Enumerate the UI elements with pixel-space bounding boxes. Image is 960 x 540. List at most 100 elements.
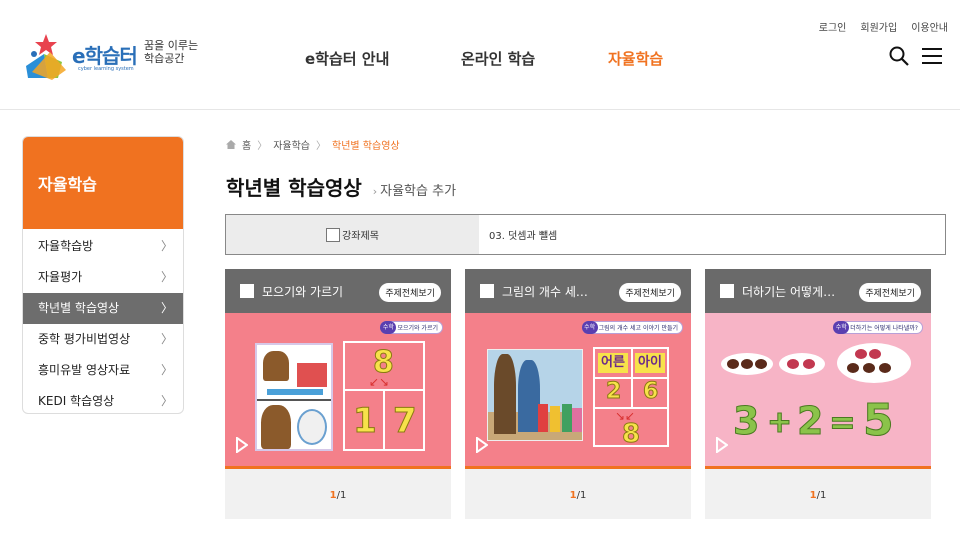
sidebar-menu: 자율학습방 〉 자율평가 〉 학년별 학습영상 〉 중학 평가비법영상 〉 흥미…: [23, 231, 183, 413]
card-pager: 1/1: [705, 490, 931, 501]
pager-total: /1: [816, 490, 827, 501]
equation-plus: +: [766, 405, 793, 441]
total-count: 8: [621, 419, 641, 450]
course-title-checkbox-cell[interactable]: 강좌제목: [226, 215, 479, 254]
play-icon: [716, 437, 728, 453]
chevron-right-icon: ›: [372, 185, 378, 198]
chevron-right-icon: 〉: [160, 394, 173, 408]
card-title[interactable]: 모으기와 가르기: [262, 283, 343, 300]
pager-total: /1: [336, 490, 347, 501]
cookie-plate-icon: [779, 353, 825, 375]
page-title: 학년별 학습영상 › 자율학습 추가: [226, 172, 456, 201]
arrow-down-left-icon: ↙↘: [369, 375, 390, 389]
breadcrumb-current: 학년별 학습영상: [332, 141, 400, 152]
logo-mark-icon: [26, 34, 66, 80]
chevron-right-icon: 〉: [257, 141, 268, 152]
play-icon: [476, 437, 488, 453]
course-title-label: 강좌제목: [342, 231, 379, 242]
signup-link[interactable]: 회원가입: [860, 19, 897, 34]
site-logo[interactable]: e학습터 cyber learning system 꿈을 이루는 학습공간: [22, 32, 202, 84]
equation-result: 5: [863, 395, 895, 447]
nav-item-about[interactable]: e학습터 안내: [305, 48, 389, 69]
page-title-text: 학년별 학습영상: [226, 176, 362, 200]
breadcrumb-home[interactable]: 홈: [242, 137, 251, 152]
chevron-right-icon: 〉: [160, 332, 173, 346]
select-all-checkbox[interactable]: [326, 227, 341, 242]
card-pager: 1/1: [465, 490, 691, 501]
chevron-right-icon: 〉: [160, 270, 173, 284]
view-all-topics-button[interactable]: 주제전체보기: [859, 283, 921, 302]
bond-number-left: 1: [353, 401, 378, 442]
pager-current: 1: [809, 490, 817, 501]
home-icon: [226, 140, 236, 149]
adult-count: 2: [605, 379, 622, 405]
sidebar-item-label: 자율평가: [38, 270, 83, 284]
guide-link[interactable]: 이용안내: [911, 19, 948, 34]
page-subtitle[interactable]: › 자율학습 추가: [373, 184, 456, 199]
nav-item-self-study[interactable]: 자율학습: [608, 48, 663, 69]
sidebar-item-self-evaluation[interactable]: 자율평가 〉: [23, 262, 183, 293]
card-header: 모으기와 가르기 주제전체보기: [225, 269, 451, 313]
bond-number-right: 7: [393, 401, 418, 442]
course-filter: 강좌제목 03. 덧셈과 뺄셈: [225, 214, 946, 255]
utility-menu: 로그인 회원가입 이용안내: [819, 19, 948, 34]
breadcrumb-self-study[interactable]: 자율학습: [273, 137, 310, 152]
video-card: 더하기는 어떻게… 주제전체보기 수학 더하기는 어떻게 나타낼까? 3 + 2 …: [705, 269, 931, 519]
video-thumbnail[interactable]: 수학 더하기는 어떻게 나타낼까? 3 + 2 = 5: [705, 313, 931, 469]
thumbnail-label-text: 그림의 개수 세고 이야기 만들기: [598, 325, 678, 332]
logo-slogan: 꿈을 이루는 학습공간: [144, 39, 199, 65]
card-checkbox[interactable]: [480, 284, 494, 298]
hamburger-menu-icon[interactable]: [922, 47, 942, 65]
thumbnail-label-text: 더하기는 어떻게 나타낼까?: [850, 325, 918, 332]
logo-subtext: cyber learning system: [78, 66, 134, 72]
site-header: e학습터 cyber learning system 꿈을 이루는 학습공간 로…: [0, 0, 960, 110]
cookie-plate-icon: [837, 343, 911, 383]
card-title[interactable]: 더하기는 어떻게…: [742, 283, 835, 300]
sidebar-item-kedi-videos[interactable]: KEDI 학습영상 〉: [23, 386, 183, 413]
card-title[interactable]: 그림의 개수 세…: [502, 283, 588, 300]
sidebar-item-self-study-room[interactable]: 자율학습방 〉: [23, 231, 183, 262]
pager-current: 1: [329, 490, 337, 501]
sidebar-item-label: 자율학습방: [38, 239, 94, 253]
card-checkbox[interactable]: [240, 284, 254, 298]
child-count: 6: [642, 379, 659, 405]
video-thumbnail[interactable]: 수학 모으기와 가르기 8 ↙↘ 1 7: [225, 313, 451, 469]
video-thumbnail[interactable]: 수학 그림의 개수 세고 이야기 만들기 어른 아이 2 6 ↘↙ 8: [465, 313, 691, 469]
breadcrumb: 홈 〉 자율학습 〉 학년별 학습영상: [226, 137, 400, 152]
subject-tag: 수학: [380, 321, 397, 334]
card-pager: 1/1: [225, 490, 451, 501]
thumbnail-label-text: 모으기와 가르기: [397, 325, 438, 332]
sidebar-item-label: 흥미유발 영상자료: [38, 363, 131, 377]
view-all-topics-button[interactable]: 주제전체보기: [619, 283, 681, 302]
login-link[interactable]: 로그인: [819, 19, 847, 34]
sidebar-item-label: 학년별 학습영상: [38, 301, 120, 315]
thumbnail-label: 수학 모으기와 가르기: [380, 321, 443, 334]
course-title-value: 03. 덧셈과 뺄셈: [479, 215, 945, 254]
video-card: 모으기와 가르기 주제전체보기 수학 모으기와 가르기 8 ↙↘ 1 7 1/1: [225, 269, 451, 519]
people-count-table: 어른 아이 2 6 ↘↙ 8: [593, 347, 669, 450]
play-icon: [236, 437, 248, 453]
equation-term-a: 3: [732, 399, 760, 444]
nav-item-online-learning[interactable]: 온라인 학습: [461, 48, 535, 69]
cookie-plate-icon: [721, 353, 773, 375]
search-icon[interactable]: [889, 46, 909, 66]
chevron-right-icon: 〉: [160, 301, 173, 315]
logo-brand: e학습터: [72, 44, 138, 68]
sidebar-item-grade-videos[interactable]: 학년별 학습영상 〉: [23, 293, 183, 324]
course-title-value-text: 03. 덧셈과 뺄셈: [489, 231, 558, 242]
thumbnail-label: 수학 더하기는 어떻게 나타낼까?: [833, 321, 923, 334]
sidebar-item-label: 중학 평가비법영상: [38, 332, 131, 346]
view-all-topics-button[interactable]: 주제전체보기: [379, 283, 441, 302]
child-label: 아이: [635, 353, 665, 373]
video-card: 그림의 개수 세… 주제전체보기 수학 그림의 개수 세고 이야기 만들기 어른 …: [465, 269, 691, 519]
sidebar-item-interest-videos[interactable]: 흥미유발 영상자료 〉: [23, 355, 183, 386]
subject-tag: 수학: [581, 321, 598, 334]
page-subtitle-text: 자율학습 추가: [380, 184, 457, 199]
subject-tag: 수학: [833, 321, 850, 334]
card-checkbox[interactable]: [720, 284, 734, 298]
chevron-right-icon: 〉: [316, 141, 327, 152]
equation-equals: =: [829, 403, 857, 442]
chevron-right-icon: 〉: [160, 239, 173, 253]
pager-total: /1: [576, 490, 587, 501]
sidebar-item-middle-school-videos[interactable]: 중학 평가비법영상 〉: [23, 324, 183, 355]
